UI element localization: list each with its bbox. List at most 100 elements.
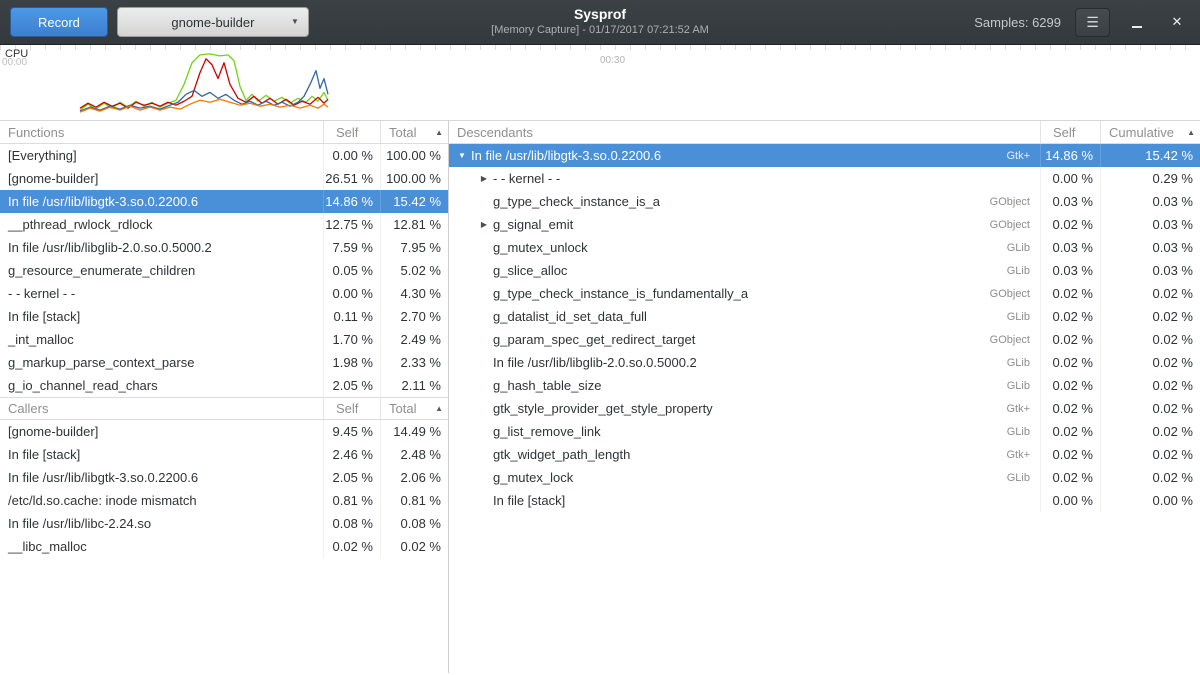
record-button[interactable]: Record <box>10 7 108 37</box>
expander-icon[interactable]: ▶ <box>475 220 493 229</box>
function-name: __pthread_rwlock_rdlock <box>0 217 323 232</box>
table-row[interactable]: In file [stack]0.11 %2.70 % <box>0 305 448 328</box>
close-icon: ✕ <box>1172 14 1183 30</box>
chevron-down-icon: ▼ <box>291 17 299 26</box>
table-row[interactable]: ▼In file /usr/lib/libgtk-3.so.0.2200.6Gt… <box>449 144 1200 167</box>
function-name: g_io_channel_read_chars <box>0 378 323 393</box>
descendant-name: - - kernel - - <box>493 171 1030 186</box>
table-row[interactable]: gtk_style_provider_get_style_propertyGtk… <box>449 397 1200 420</box>
table-row[interactable]: g_io_channel_read_chars2.05 %2.11 % <box>0 374 448 397</box>
self-value: 1.98 % <box>323 351 380 374</box>
table-row[interactable]: - - kernel - -0.00 %4.30 % <box>0 282 448 305</box>
hamburger-icon: ☰ <box>1086 14 1099 31</box>
cumulative-value: 0.02 % <box>1100 443 1200 466</box>
function-name: In file /usr/lib/libglib-2.0.so.0.5000.2 <box>0 240 323 255</box>
self-value: 9.45 % <box>323 420 380 443</box>
library-label: GLib <box>1007 426 1030 438</box>
self-value: 0.02 % <box>1040 374 1100 397</box>
total-value: 100.00 % <box>380 144 448 167</box>
total-value: 4.30 % <box>380 282 448 305</box>
descendants-cumulative-column-label: Cumulative <box>1109 125 1174 140</box>
self-value: 0.00 % <box>1040 489 1100 512</box>
functions-total-column-label: Total <box>389 125 416 140</box>
library-label: GObject <box>990 288 1030 300</box>
library-label: GLib <box>1007 357 1030 369</box>
descendant-name: In file /usr/lib/libglib-2.0.so.0.5000.2 <box>493 355 1007 370</box>
cpu-timeline[interactable]: CPU 00:00 00:30 <box>0 45 1200 121</box>
descendants-self-column-header[interactable]: Self <box>1040 121 1100 143</box>
expander-icon[interactable]: ▼ <box>453 151 471 160</box>
cumulative-value: 0.00 % <box>1100 489 1200 512</box>
library-label: GLib <box>1007 472 1030 484</box>
self-value: 0.02 % <box>1040 305 1100 328</box>
table-row[interactable]: g_list_remove_linkGLib0.02 %0.02 % <box>449 420 1200 443</box>
table-row[interactable]: ▶g_signal_emitGObject0.02 %0.03 % <box>449 213 1200 236</box>
table-row[interactable]: In file [stack]2.46 %2.48 % <box>0 443 448 466</box>
library-label: Gtk+ <box>1006 449 1030 461</box>
functions-self-column-header[interactable]: Self <box>323 121 380 143</box>
table-row[interactable]: [Everything]0.00 %100.00 % <box>0 144 448 167</box>
function-name: - - kernel - - <box>0 286 323 301</box>
table-row[interactable]: g_hash_table_sizeGLib0.02 %0.02 % <box>449 374 1200 397</box>
table-row[interactable]: g_datalist_id_set_data_fullGLib0.02 %0.0… <box>449 305 1200 328</box>
descendant-name-cell: ▼In file /usr/lib/libgtk-3.so.0.2200.6Gt… <box>449 144 1040 167</box>
table-row[interactable]: In file [stack]0.00 %0.00 % <box>449 489 1200 512</box>
functions-total-column-header[interactable]: Total ▲ <box>380 121 448 143</box>
main-area: Functions Self Total ▲ [Everything]0.00 … <box>0 121 1200 673</box>
table-row[interactable]: g_type_check_instance_is_aGObject0.03 %0… <box>449 190 1200 213</box>
table-row[interactable]: _int_malloc1.70 %2.49 % <box>0 328 448 351</box>
table-row[interactable]: gtk_widget_path_lengthGtk+0.02 %0.02 % <box>449 443 1200 466</box>
self-value: 0.00 % <box>323 144 380 167</box>
process-selector-label: gnome-builder <box>171 15 254 30</box>
table-row[interactable]: g_resource_enumerate_children0.05 %5.02 … <box>0 259 448 282</box>
cumulative-value: 0.02 % <box>1100 397 1200 420</box>
descendant-name-cell: g_mutex_unlockGLib <box>449 236 1040 259</box>
library-label: GObject <box>990 196 1030 208</box>
table-row[interactable]: g_mutex_lockGLib0.02 %0.02 % <box>449 466 1200 489</box>
library-label: GLib <box>1007 265 1030 277</box>
table-row[interactable]: In file /usr/lib/libgtk-3.so.0.2200.614.… <box>0 190 448 213</box>
table-row[interactable]: In file /usr/lib/libglib-2.0.so.0.5000.2… <box>0 236 448 259</box>
function-name: g_markup_parse_context_parse <box>0 355 323 370</box>
library-label: GObject <box>990 334 1030 346</box>
table-row[interactable]: ▶- - kernel - -0.00 %0.29 % <box>449 167 1200 190</box>
functions-column-header[interactable]: Functions <box>0 125 323 140</box>
total-value: 2.70 % <box>380 305 448 328</box>
table-row[interactable]: In file /usr/lib/libc-2.24.so0.08 %0.08 … <box>0 512 448 535</box>
descendant-name: g_hash_table_size <box>493 378 1007 393</box>
cumulative-value: 0.02 % <box>1100 351 1200 374</box>
table-row[interactable]: In file /usr/lib/libglib-2.0.so.0.5000.2… <box>449 351 1200 374</box>
callers-column-header[interactable]: Callers <box>0 401 323 416</box>
process-selector-dropdown[interactable]: gnome-builder ▼ <box>117 7 309 37</box>
table-row[interactable]: In file /usr/lib/libgtk-3.so.0.2200.62.0… <box>0 466 448 489</box>
self-value: 26.51 % <box>323 167 380 190</box>
close-button[interactable]: ✕ <box>1164 9 1190 35</box>
descendant-name-cell: g_datalist_id_set_data_fullGLib <box>449 305 1040 328</box>
table-row[interactable]: /etc/ld.so.cache: inode mismatch0.81 %0.… <box>0 489 448 512</box>
function-name: In file [stack] <box>0 447 323 462</box>
table-row[interactable]: g_slice_allocGLib0.03 %0.03 % <box>449 259 1200 282</box>
table-row[interactable]: __pthread_rwlock_rdlock12.75 %12.81 % <box>0 213 448 236</box>
table-row[interactable]: __libc_malloc0.02 %0.02 % <box>0 535 448 558</box>
table-row[interactable]: g_type_check_instance_is_fundamentally_a… <box>449 282 1200 305</box>
table-row[interactable]: g_param_spec_get_redirect_targetGObject0… <box>449 328 1200 351</box>
descendants-cumulative-column-header[interactable]: Cumulative ▲ <box>1100 121 1200 143</box>
self-value: 0.03 % <box>1040 236 1100 259</box>
descendant-name: gtk_style_provider_get_style_property <box>493 401 1006 416</box>
total-value: 5.02 % <box>380 259 448 282</box>
menu-button[interactable]: ☰ <box>1075 8 1110 37</box>
table-row[interactable]: g_mutex_unlockGLib0.03 %0.03 % <box>449 236 1200 259</box>
table-row[interactable]: g_markup_parse_context_parse1.98 %2.33 % <box>0 351 448 374</box>
total-value: 2.49 % <box>380 328 448 351</box>
table-row[interactable]: [gnome-builder]9.45 %14.49 % <box>0 420 448 443</box>
table-row[interactable]: [gnome-builder]26.51 %100.00 % <box>0 167 448 190</box>
minimize-icon <box>1132 17 1142 28</box>
window-title: Sysprof <box>491 6 709 23</box>
descendants-column-header[interactable]: Descendants <box>449 125 1040 140</box>
callers-self-column-header[interactable]: Self <box>323 398 380 419</box>
cpu-orange-line <box>80 99 328 112</box>
total-value: 12.81 % <box>380 213 448 236</box>
callers-total-column-header[interactable]: Total ▲ <box>380 398 448 419</box>
minimize-button[interactable] <box>1124 9 1150 35</box>
expander-icon[interactable]: ▶ <box>475 174 493 183</box>
